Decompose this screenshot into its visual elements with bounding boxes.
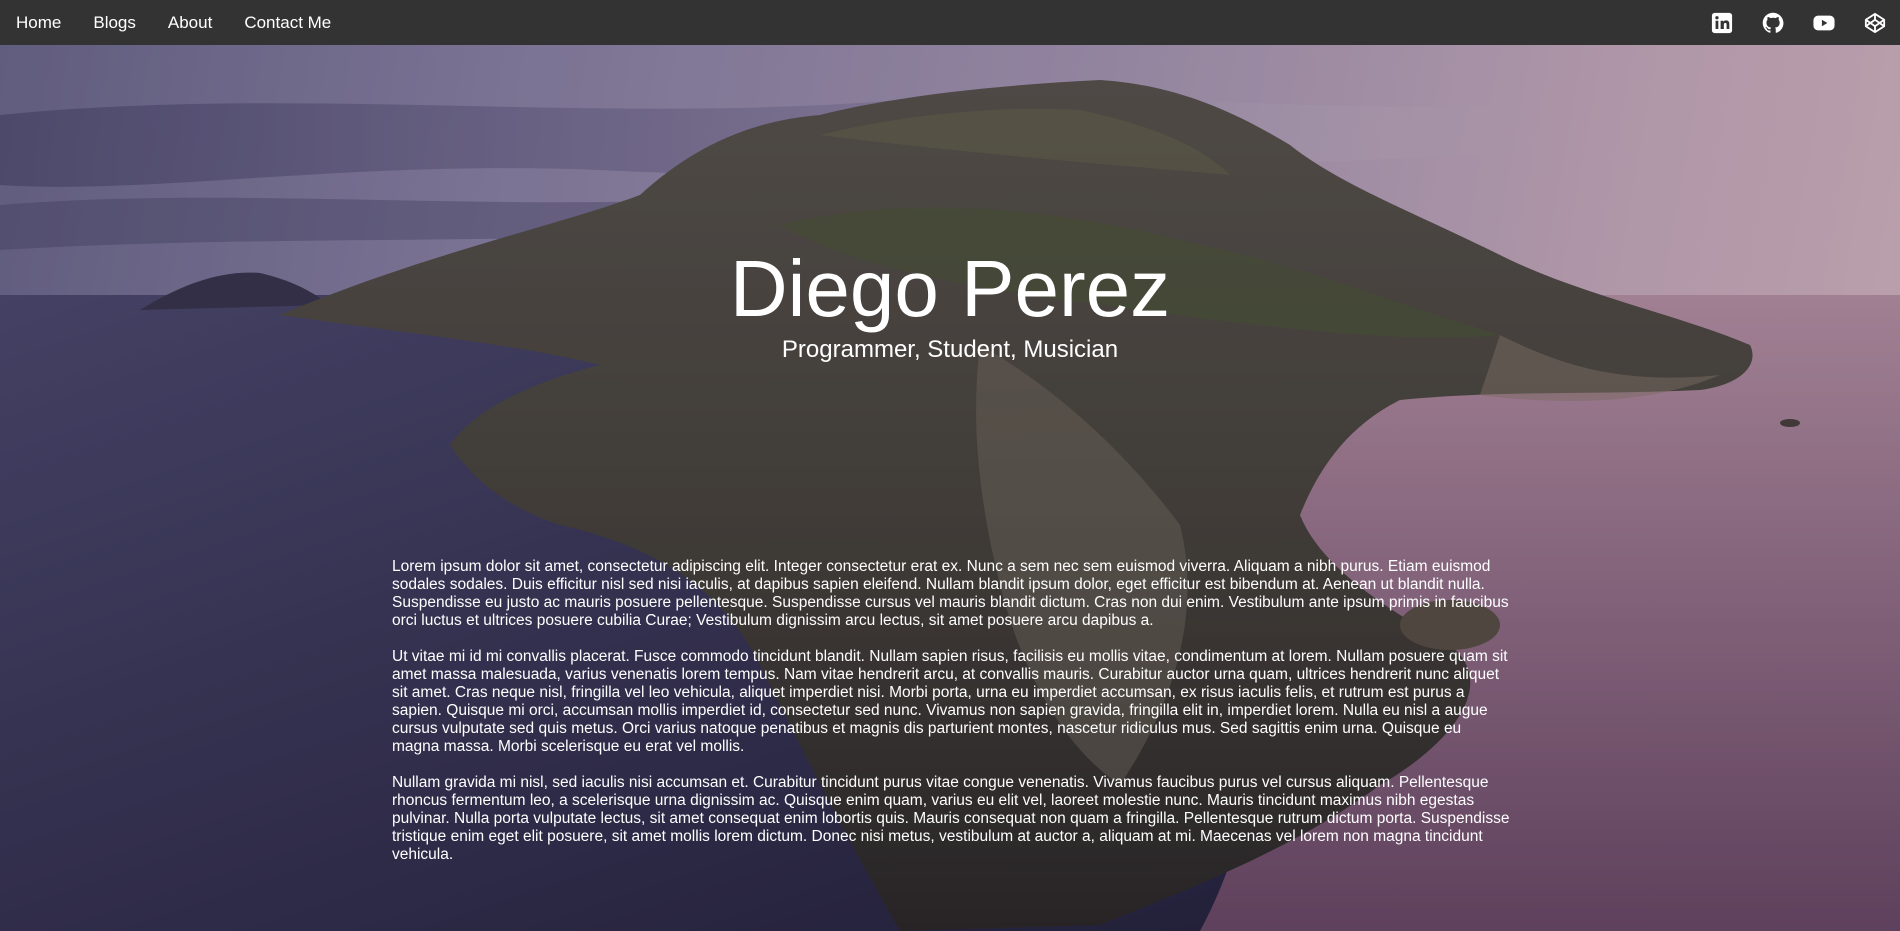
paragraph: Lorem ipsum dolor sit amet, consectetur … [392,558,1509,629]
social-links [1696,0,1900,45]
paragraph: Ut vitae mi id mi convallis placerat. Fu… [392,648,1508,755]
page-subtitle: Programmer, Student, Musician [781,336,1119,363]
nav-links: Home Blogs About Contact Me [0,0,347,45]
youtube-link[interactable] [1812,11,1836,35]
nav-link-about[interactable]: About [152,0,228,45]
linkedin-icon [1711,12,1733,33]
nav-link-contact[interactable]: Contact Me [228,0,347,45]
page-title: Diego Perez [729,244,1171,333]
linkedin-link[interactable] [1710,11,1734,35]
nav-link-home[interactable]: Home [0,0,77,45]
top-navbar: Home Blogs About Contact Me [0,0,1900,45]
codepen-link[interactable] [1863,11,1887,35]
about-text: Lorem ipsum dolor sit amet, consectetur … [392,558,1512,882]
github-link[interactable] [1761,11,1785,35]
youtube-icon [1813,15,1835,30]
github-icon [1762,12,1784,33]
codepen-icon [1864,12,1886,33]
nav-link-blogs[interactable]: Blogs [77,0,152,45]
paragraph: Nullam gravida mi nisl, sed iaculis nisi… [392,774,1510,863]
hero-section: Diego Perez Programmer, Student, Musicia… [0,45,1900,931]
